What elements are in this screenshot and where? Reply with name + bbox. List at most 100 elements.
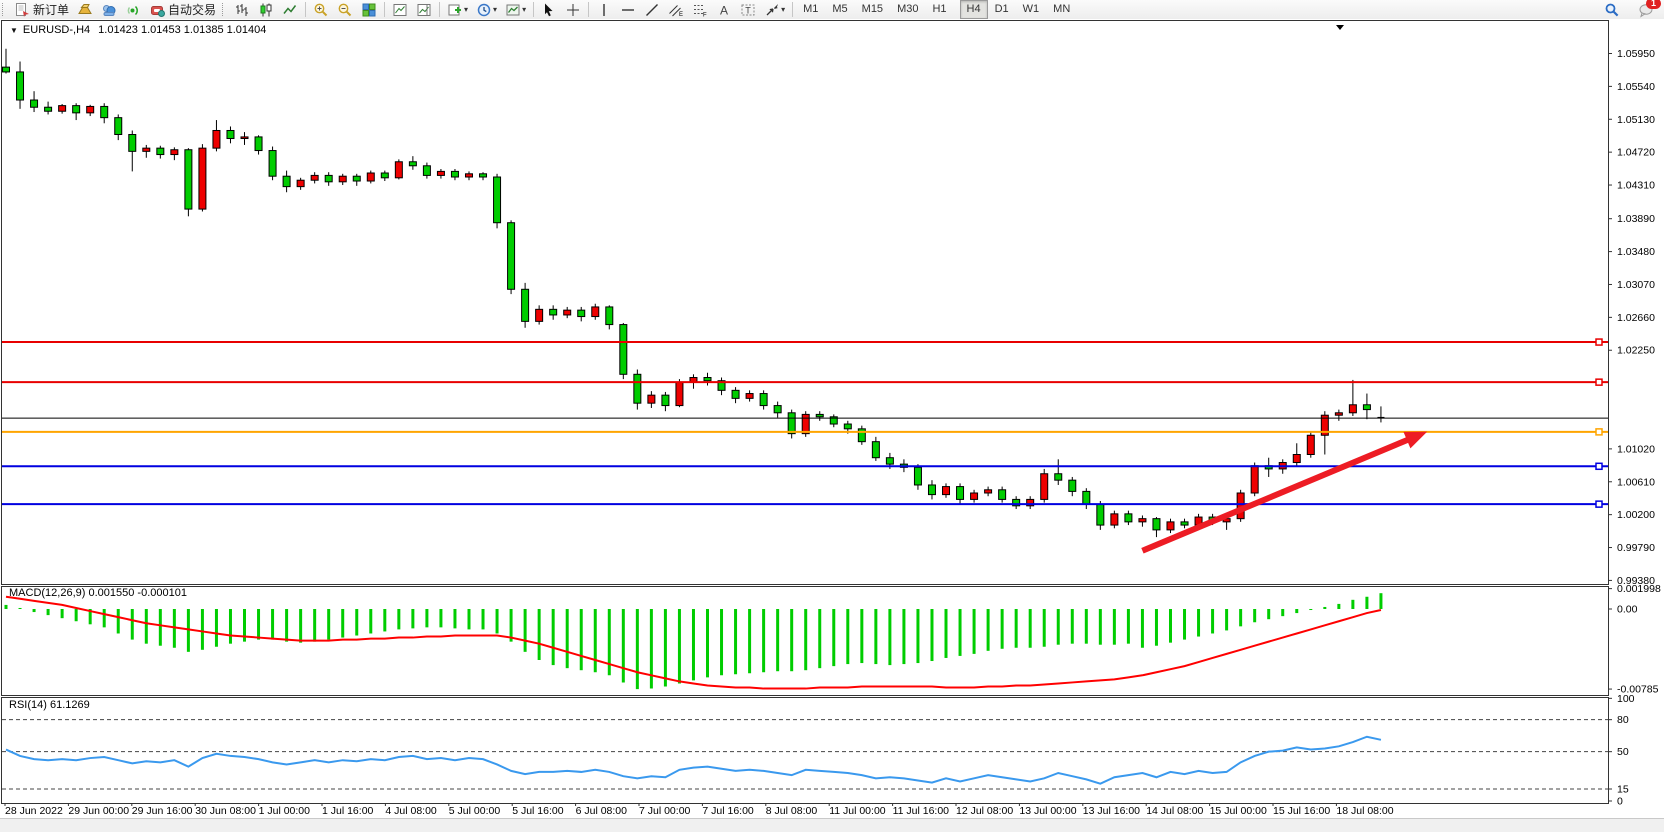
chart-profile-icon: [505, 2, 521, 18]
cascade-charts-icon: [416, 2, 432, 18]
timeframe-button-D1[interactable]: D1: [988, 0, 1016, 19]
toolbar-grip[interactable]: [2, 3, 8, 16]
new-order-label: 新订单: [33, 1, 69, 18]
cascade-charts-button[interactable]: [412, 0, 436, 19]
market-watch-button[interactable]: [73, 0, 97, 19]
svg-text:11 Jul 00:00: 11 Jul 00:00: [829, 805, 886, 817]
signals-icon: [125, 2, 141, 18]
svg-text:1.03070: 1.03070: [1617, 279, 1655, 291]
horizontal-line-button[interactable]: [616, 0, 640, 19]
svg-text:5 Jul 16:00: 5 Jul 16:00: [512, 805, 564, 817]
symbol-period: EURUSD-,H4: [23, 24, 90, 36]
chart-bars-button[interactable]: [230, 0, 254, 19]
new-order-icon: [14, 2, 30, 18]
svg-text:1.02660: 1.02660: [1617, 312, 1655, 324]
arrange-charts-icon: [392, 2, 408, 18]
zoom-in-button[interactable]: [309, 0, 333, 19]
new-order-button[interactable]: 新订单: [10, 0, 73, 19]
chat-button[interactable]: 1: [1634, 0, 1658, 19]
svg-text:80: 80: [1617, 714, 1629, 726]
fibonacci-button[interactable]: F: [688, 0, 712, 19]
arrows-icon: [764, 2, 780, 18]
tile-windows-icon: [361, 2, 377, 18]
timeframe-button-H4[interactable]: H4: [960, 0, 988, 19]
period-clock-icon: [476, 2, 492, 18]
svg-text:1.00610: 1.00610: [1617, 476, 1655, 488]
vertical-line-button[interactable]: [592, 0, 616, 19]
timeframe-button-M30[interactable]: M30: [890, 0, 925, 19]
signals-button[interactable]: [121, 0, 145, 19]
svg-text:1.02250: 1.02250: [1617, 345, 1655, 357]
search-icon: [1604, 2, 1620, 18]
equidistant-channel-button[interactable]: E: [664, 0, 688, 19]
svg-text:15 Jul 16:00: 15 Jul 16:00: [1273, 805, 1330, 817]
chart-bars-icon: [234, 2, 250, 18]
svg-text:13 Jul 16:00: 13 Jul 16:00: [1083, 805, 1140, 817]
ohlc-quotes: 1.01423 1.01453 1.01385 1.01404: [98, 24, 266, 36]
macd-label: MACD(12,26,9) 0.001550 -0.000101: [9, 587, 187, 599]
timeframe-button-H1[interactable]: H1: [925, 0, 953, 19]
svg-text:1.00200: 1.00200: [1617, 509, 1655, 521]
svg-text:1 Jul 00:00: 1 Jul 00:00: [259, 805, 311, 817]
period-clock-button[interactable]: ▾: [472, 0, 501, 19]
svg-text:7 Jul 00:00: 7 Jul 00:00: [639, 805, 691, 817]
tile-windows-button[interactable]: [357, 0, 381, 19]
svg-text:29 Jun 16:00: 29 Jun 16:00: [132, 805, 193, 817]
cursor-button[interactable]: [537, 0, 561, 19]
chevron-down-icon: ▾: [522, 5, 526, 14]
chevron-down-icon: ▾: [781, 5, 785, 14]
cursor-icon: [541, 2, 557, 18]
timeframe-button-M15[interactable]: M15: [855, 0, 890, 19]
timeframe-button-M5[interactable]: M5: [825, 0, 854, 19]
auto-trading-label: 自动交易: [168, 1, 216, 18]
search-button[interactable]: [1600, 0, 1624, 19]
trendline-button[interactable]: [640, 0, 664, 19]
toolbar: 新订单 自动交易 ▾ ▾: [0, 0, 1664, 20]
chevron-down-icon: ▾: [493, 5, 497, 14]
text-label-icon: T: [740, 2, 756, 18]
community-icon: [101, 2, 117, 18]
text-label-button[interactable]: T: [736, 0, 760, 19]
timeframe-button-MN[interactable]: MN: [1046, 0, 1077, 19]
svg-text:1.03890: 1.03890: [1617, 213, 1655, 225]
chart-line-icon: [282, 2, 298, 18]
svg-text:11 Jul 16:00: 11 Jul 16:00: [893, 805, 950, 817]
timeframe-button-W1[interactable]: W1: [1016, 0, 1047, 19]
market-watch-icon: [77, 2, 93, 18]
svg-text:0.99790: 0.99790: [1617, 542, 1655, 554]
chart-candles-button[interactable]: [254, 0, 278, 19]
chart-window: 1.059501.055401.051301.047201.043101.038…: [0, 19, 1664, 831]
zoom-in-icon: [313, 2, 329, 18]
equidistant-channel-icon: E: [668, 2, 684, 18]
timeframe-button-M1[interactable]: M1: [796, 0, 825, 19]
chart-title: ▼ EURUSD-,H4 1.01423 1.01453 1.01385 1.014…: [10, 24, 266, 36]
arrange-charts-button[interactable]: [388, 0, 412, 19]
fibonacci-icon: F: [692, 2, 708, 18]
chart-canvas[interactable]: 1.059501.055401.051301.047201.043101.038…: [0, 19, 1664, 831]
trendline-icon: [644, 2, 660, 18]
chart-candles-icon: [258, 2, 274, 18]
svg-text:A: A: [720, 3, 728, 17]
chart-profile-button[interactable]: ▾: [501, 0, 530, 19]
svg-text:T: T: [745, 5, 751, 15]
svg-text:1.05130: 1.05130: [1617, 114, 1655, 126]
text-icon: A: [716, 2, 732, 18]
svg-text:50: 50: [1617, 746, 1629, 758]
add-chart-icon: [447, 2, 463, 18]
symbol-dropdown-icon[interactable]: ▼: [10, 26, 18, 35]
auto-trading-button[interactable]: 自动交易: [145, 0, 220, 19]
arrows-button[interactable]: ▾: [760, 0, 789, 19]
add-chart-button[interactable]: ▾: [443, 0, 472, 19]
toolbar-grip[interactable]: [222, 3, 228, 16]
crosshair-button[interactable]: [561, 0, 585, 19]
svg-text:5 Jul 00:00: 5 Jul 00:00: [449, 805, 501, 817]
zoom-out-button[interactable]: [333, 0, 357, 19]
text-button[interactable]: A: [712, 0, 736, 19]
svg-text:29 Jun 00:00: 29 Jun 00:00: [68, 805, 129, 817]
chart-line-button[interactable]: [278, 0, 302, 19]
svg-text:1 Jul 16:00: 1 Jul 16:00: [322, 805, 374, 817]
notification-badge: 1: [1646, 0, 1661, 9]
svg-text:E: E: [679, 12, 683, 18]
svg-text:4 Jul 08:00: 4 Jul 08:00: [385, 805, 437, 817]
community-button[interactable]: [97, 0, 121, 19]
